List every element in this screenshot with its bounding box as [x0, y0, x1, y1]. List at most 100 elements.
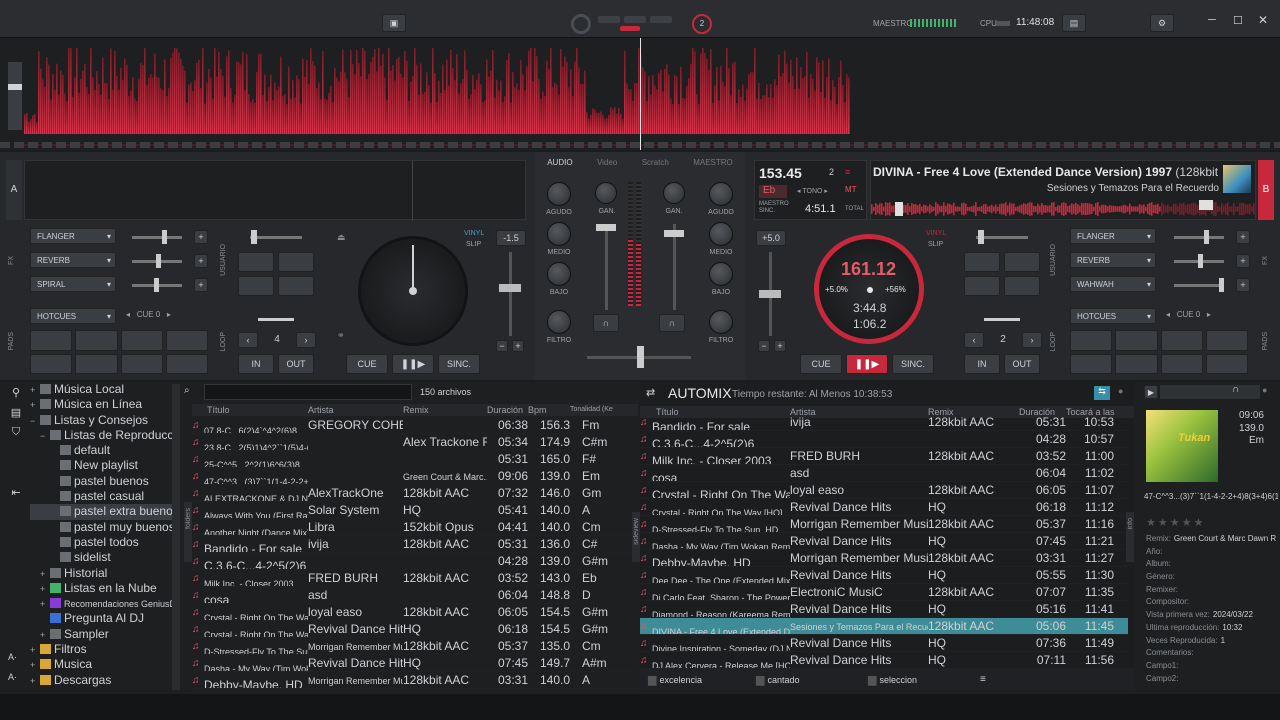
- sidebar-item[interactable]: default: [30, 443, 180, 458]
- record-icon[interactable]: [571, 14, 591, 34]
- fx3-add-button[interactable]: +: [194, 278, 208, 292]
- fx3-slider-handle[interactable]: [154, 278, 159, 292]
- info-preview-bar[interactable]: [1160, 385, 1260, 399]
- deck-a-hotcue-pads[interactable]: [30, 330, 208, 374]
- automix-rows[interactable]: ♫ Bandido - For sale ivija 128kbit AAC 05:31…: [640, 414, 1128, 669]
- eq-high-b-knob[interactable]: [709, 182, 733, 206]
- filter-a-knob[interactable]: [547, 310, 571, 334]
- minimize-icon[interactable]: ─: [1208, 14, 1216, 26]
- headphone-icon[interactable]: ∩: [1232, 384, 1239, 395]
- automix-row[interactable]: ♫ Di Carlo Feat. Sharon - The Power... Ele…: [640, 584, 1128, 601]
- shuffle-icon[interactable]: ⇄: [646, 386, 655, 399]
- close-icon[interactable]: ✕: [1258, 13, 1268, 27]
- automix-row[interactable]: ♫ Milk Inc. - Closer 2003 FRED BURH 128kbit…: [640, 448, 1128, 465]
- loop-out-button[interactable]: OUT: [278, 354, 314, 374]
- automix-row[interactable]: ♫ DIVINA - Free 4 Love (Extended Da... Ses…: [640, 618, 1128, 635]
- sidebar-item[interactable]: − Listas y Consejos: [30, 413, 180, 428]
- pitch-minus-button[interactable]: −: [496, 340, 508, 352]
- deck-a-fx2-select[interactable]: REVERB ▾: [30, 252, 116, 268]
- font-size-icon[interactable]: A·: [8, 652, 17, 662]
- sidebar-item[interactable]: + Historial: [30, 566, 180, 581]
- automix-row[interactable]: ♫ Crystal - Right On The Way loyal easo 128…: [640, 482, 1128, 499]
- user-pad-2[interactable]: [278, 252, 314, 272]
- deck-a-fx3-select[interactable]: SPIRAL ▾: [30, 276, 116, 292]
- eq-low-a-knob[interactable]: [547, 262, 571, 286]
- automix-row[interactable]: ♫ Crystal - Right On The Way [HQ] Revival …: [640, 499, 1128, 516]
- col-remix[interactable]: Remix: [403, 404, 487, 416]
- expander-icon[interactable]: +: [30, 383, 38, 397]
- col-artist[interactable]: Artista: [308, 404, 403, 416]
- deck-b-fx3-select[interactable]: WAHWAH ▾: [1070, 276, 1156, 292]
- col-duration[interactable]: Duración: [487, 404, 528, 416]
- deck-b-user-slider-handle[interactable]: [978, 230, 984, 244]
- rating-stars[interactable]: ★★★★★: [1146, 516, 1205, 529]
- calendar-icon[interactable]: ▤: [1062, 14, 1086, 32]
- deck-a-hotcues-select[interactable]: HOTCUES ▾: [30, 308, 116, 324]
- zoom-slider-handle[interactable]: [8, 84, 22, 90]
- automix-shuffle-button[interactable]: ⇆: [1094, 386, 1110, 400]
- eq-high-a-knob[interactable]: [547, 182, 571, 206]
- sidebar-item[interactable]: + Descargas: [30, 673, 180, 688]
- deck-b-jog-wheel[interactable]: 161.12 +5.0% +56% 3:44.8 1:06.2: [814, 234, 924, 344]
- deck-b-tone[interactable]: ◂ TONO ▸: [797, 187, 828, 195]
- deck-b-fx1-select[interactable]: FLANGER ▾: [1070, 228, 1156, 244]
- deck-a-play-button[interactable]: ❚❚▶: [392, 354, 434, 374]
- table-row[interactable]: ♫ Milk Inc. - Closer 2003 FRED BURH 128kbit…: [192, 570, 638, 587]
- volume-fader-b-handle[interactable]: [664, 230, 684, 237]
- info-tab[interactable]: info: [1126, 512, 1134, 562]
- automix-row[interactable]: ♫ C.3.6-C...4-2^5(2)6 04:28 10:57: [640, 431, 1128, 448]
- deck-a-cue-button[interactable]: CUE: [346, 354, 388, 374]
- folder-seleccion[interactable]: ▆ seleccion: [868, 673, 980, 686]
- deck-b-fx2-add-button[interactable]: +: [1236, 254, 1250, 268]
- table-row[interactable]: ♫ Crystal - Right On The Way [...Revival …: [192, 621, 638, 638]
- fx2-add-button[interactable]: +: [194, 254, 208, 268]
- window-icon[interactable]: ▣: [382, 14, 406, 32]
- sidebar-item[interactable]: pastel extra buenos: [30, 504, 180, 520]
- volume-fader-a-handle[interactable]: [596, 224, 616, 231]
- loop-prev-button[interactable]: ‹: [238, 332, 258, 348]
- automix-row[interactable]: ♫ Bandido - For sale ivija 128kbit AAC 05:31…: [640, 414, 1128, 431]
- crossfader-handle[interactable]: [637, 346, 644, 368]
- tool-2-icon[interactable]: ▤: [4, 406, 28, 426]
- deck-b-pitch-minus-button[interactable]: −: [758, 340, 770, 352]
- tree-scrollbar[interactable]: [172, 384, 180, 690]
- expander-icon[interactable]: +: [40, 597, 48, 611]
- tool-1-icon[interactable]: ⚲: [4, 386, 28, 406]
- sidebar-item[interactable]: + Listas en la Nube: [30, 581, 180, 596]
- table-row[interactable]: ♫ D-Stressed-Fly To The Sun...Morrigan Re…: [192, 638, 638, 655]
- deck-b-hotcues-select[interactable]: HOTCUES ▾: [1070, 308, 1156, 324]
- folders-menu-icon[interactable]: ≡: [980, 674, 986, 685]
- deck-b-user-pad-3[interactable]: [964, 276, 1000, 296]
- gear-icon[interactable]: ⚙: [1150, 14, 1174, 32]
- deck-b-sync-button[interactable]: SINC.: [892, 354, 934, 374]
- maximize-icon[interactable]: ☐: [1233, 14, 1243, 27]
- layout-switcher[interactable]: [598, 16, 682, 32]
- automix-row[interactable]: ♫ D-Stressed-Fly To The Sun. HD Morrigan R…: [640, 516, 1128, 533]
- automix-row[interactable]: ♫ Debby-Maybe. HD Morrigan Remember Music 1…: [640, 550, 1128, 567]
- file-list-rows[interactable]: ♫ 07.8-C...6(2)4`^4^2(6)8 GREGORY COHEN & …: [192, 417, 638, 689]
- folders-tab[interactable]: folders: [184, 502, 192, 562]
- deck-a-jog-wheel[interactable]: [358, 236, 468, 346]
- tab-video[interactable]: Video: [597, 158, 617, 167]
- deck-b-fx1-handle[interactable]: [1204, 230, 1209, 244]
- expander-icon[interactable]: −: [30, 414, 38, 428]
- col-key[interactable]: Tonalidad (Ke: [570, 404, 630, 416]
- table-row[interactable]: ♫ 25-C^^5...2^2(1)6^6(3)8 05:31 165.0 F#: [192, 451, 638, 468]
- deck-a-track-info[interactable]: [24, 160, 526, 221]
- file-list-header[interactable]: Título Artista Remix Duración Bpm Tonali…: [192, 404, 638, 416]
- fx1-slider[interactable]: [132, 236, 182, 239]
- expander-icon[interactable]: −: [40, 429, 48, 443]
- link-icon[interactable]: ⚭: [337, 330, 345, 341]
- sidebar-item[interactable]: New playlist: [30, 458, 180, 473]
- sidebar-item[interactable]: + Música Local: [30, 382, 180, 397]
- deck-a-sync-button[interactable]: SINC.: [438, 354, 480, 374]
- tab-master[interactable]: MAESTRO: [693, 158, 733, 167]
- col-bpm[interactable]: Bpm: [528, 404, 570, 416]
- deck-b-user-pad-1[interactable]: [964, 252, 1000, 272]
- tab-audio[interactable]: AUDIO: [547, 158, 572, 167]
- deck-b-key[interactable]: Eb: [759, 185, 787, 198]
- expander-icon[interactable]: +: [30, 674, 38, 688]
- rec-counter[interactable]: 2: [692, 14, 712, 34]
- loop-in-button[interactable]: IN: [238, 354, 274, 374]
- deck-b-pitch-value[interactable]: +5.0: [756, 230, 786, 246]
